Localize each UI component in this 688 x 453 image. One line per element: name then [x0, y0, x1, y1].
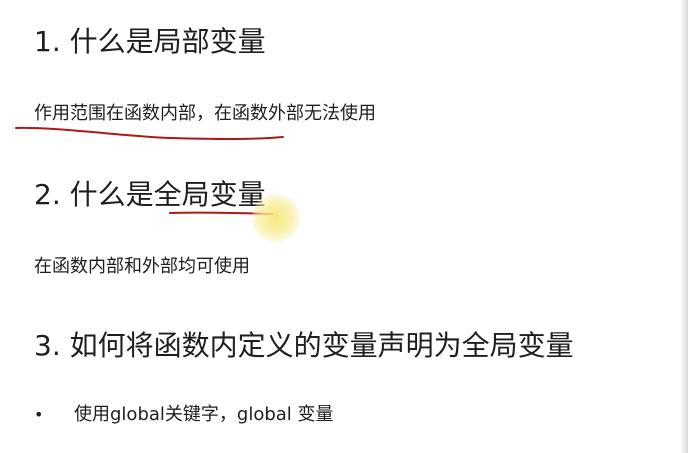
underline-annotation-local-scope — [15, 126, 284, 140]
bullet-dot: • — [34, 405, 44, 424]
lecture-slide: 1. 什么是局部变量 作用范围在函数内部，在函数外部无法使用 2. 什么是全局变… — [0, 0, 688, 453]
cursor-highlight-icon — [252, 194, 300, 242]
text-global-variable-definition: 在函数内部和外部均可使用 — [34, 256, 250, 277]
heading-global-variable-highlight: 全局变量 — [153, 178, 266, 211]
pen-annotations — [15, 126, 284, 215]
window-edge-shadow — [680, 0, 688, 453]
heading-global-variable-prefix: 2. 什么是 — [34, 178, 154, 211]
bullet-text: 使用global关键字，global 变量 — [74, 404, 334, 425]
heading-local-variable: 1. 什么是局部变量 — [34, 25, 266, 58]
text-local-variable-definition: 作用范围在函数内部，在函数外部无法使用 — [34, 103, 376, 124]
bullet-list-item: • 使用global关键字，global 变量 — [34, 403, 334, 427]
heading-global-variable: 2. 什么是全局变量 — [34, 177, 266, 213]
heading-declare-global: 3. 如何将函数内定义的变量声明为全局变量 — [34, 329, 574, 362]
